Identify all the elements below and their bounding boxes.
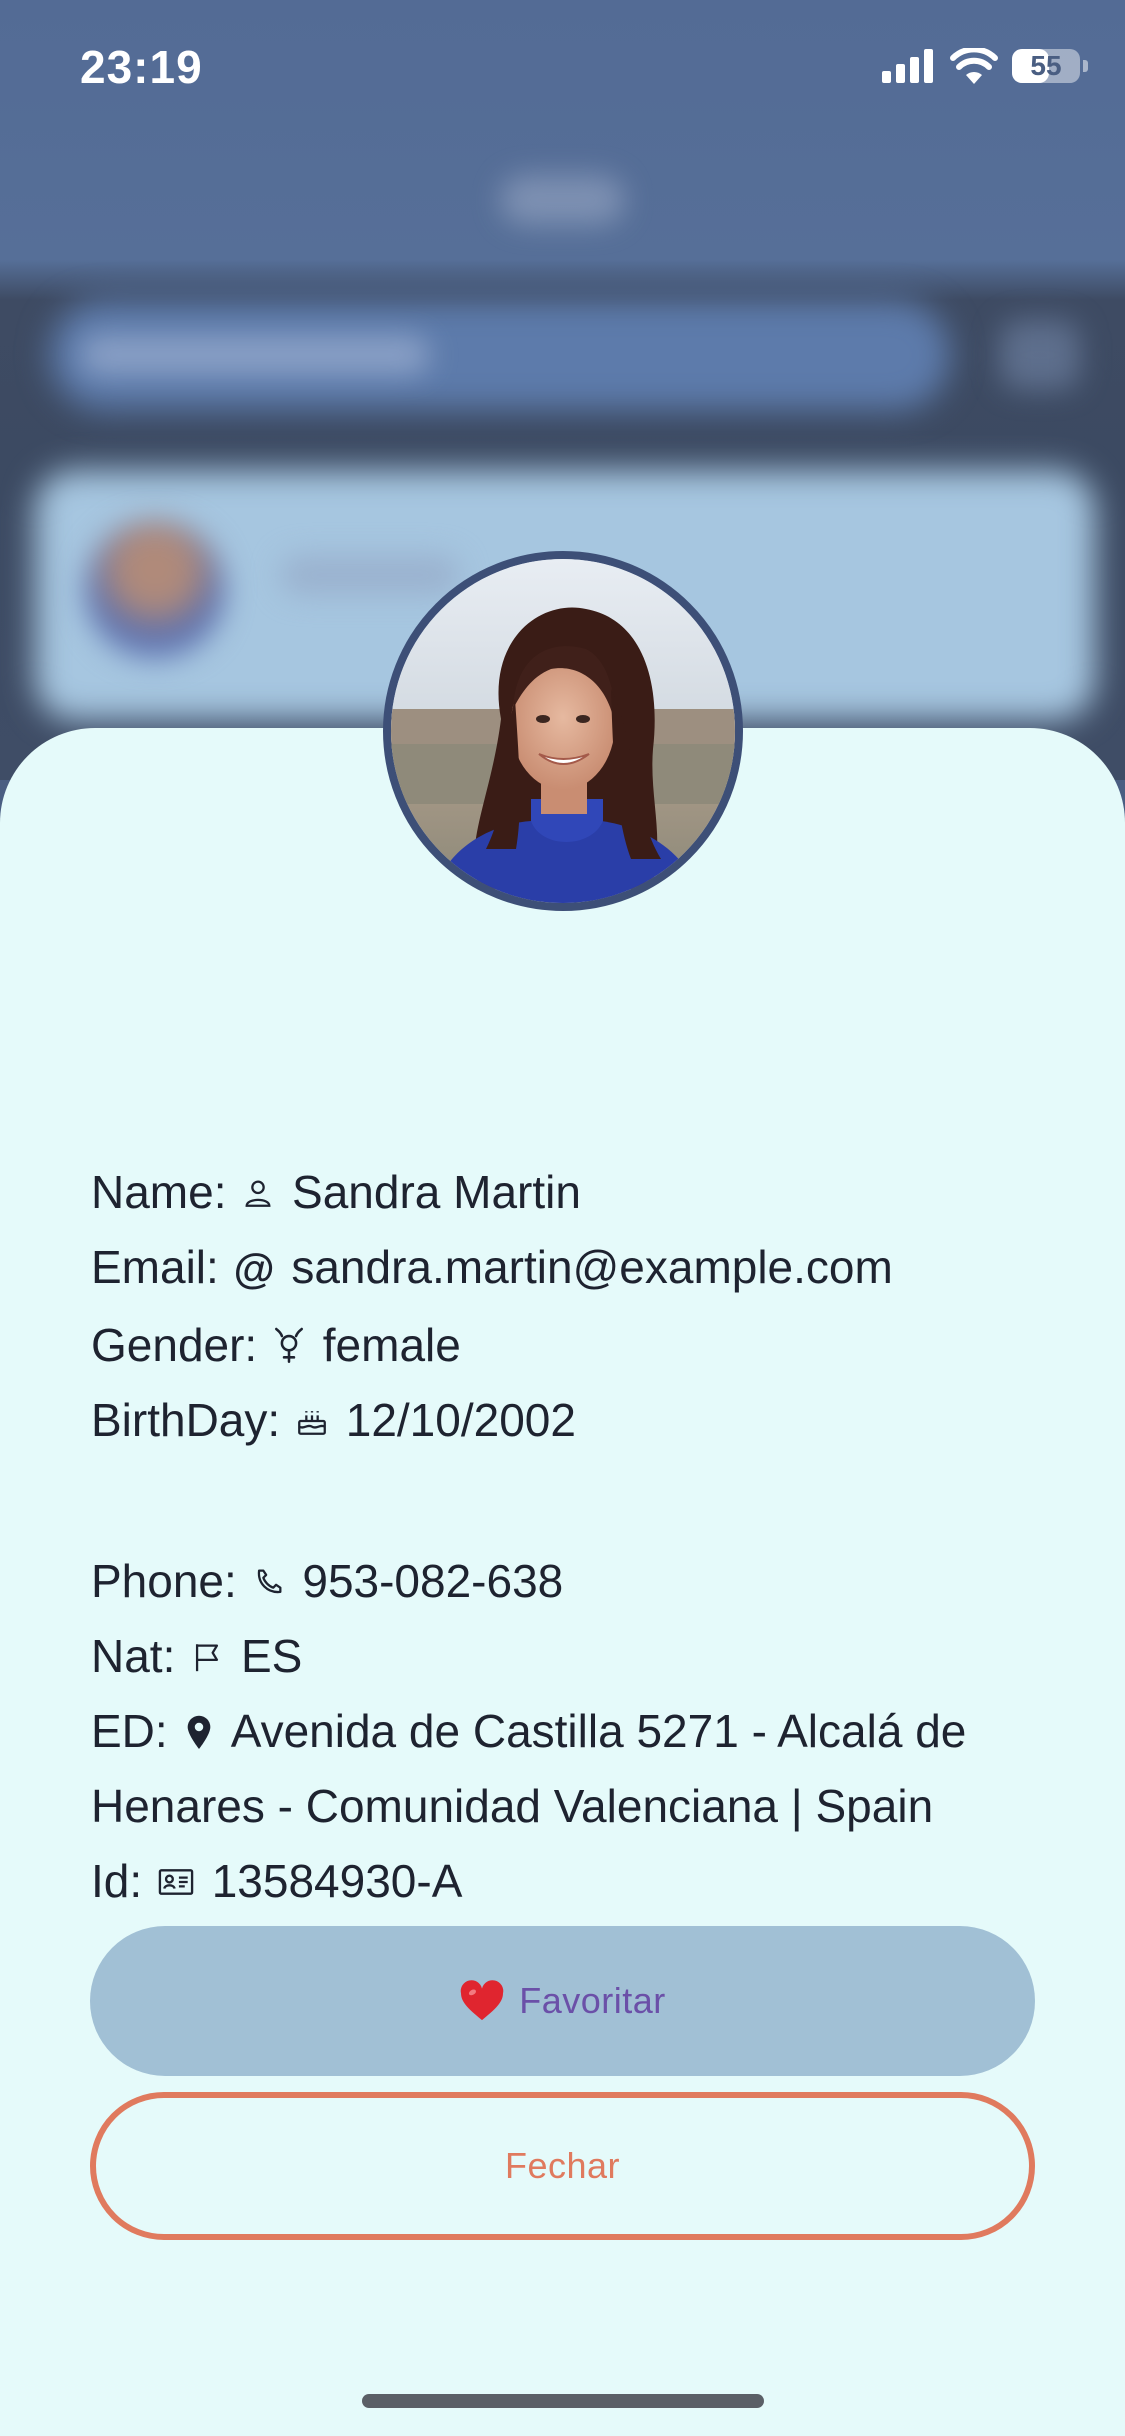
info-row-name: Name: Sandra Martin bbox=[91, 1155, 1051, 1230]
background-card-avatar-blurred bbox=[85, 520, 225, 660]
heart-icon bbox=[460, 1980, 504, 2021]
status-time: 23:19 bbox=[80, 41, 203, 93]
id-label: Id: bbox=[91, 1855, 143, 1908]
nat-label: Nat: bbox=[91, 1630, 176, 1683]
nat-value: ES bbox=[240, 1630, 303, 1683]
cellular-signal-icon bbox=[882, 49, 933, 83]
email-label: Email: bbox=[91, 1241, 219, 1293]
info-row-birthday: BirthDay: 12/10/2002 bbox=[91, 1383, 1051, 1458]
name-value: Sandra Martin bbox=[292, 1166, 581, 1218]
user-info: Name: Sandra Martin Email: @ sandra.mart… bbox=[91, 1155, 1051, 1919]
info-row-nat: Nat: ES bbox=[91, 1619, 1051, 1694]
wifi-icon bbox=[950, 48, 998, 84]
phone-label: Phone: bbox=[91, 1555, 237, 1608]
status-bar: 23:19 55 bbox=[0, 0, 1125, 140]
close-button-label: Fechar bbox=[504, 2145, 621, 2186]
info-row-gender: Gender: female bbox=[91, 1308, 1051, 1383]
info-row-address: ED: Avenida de Castilla 5271 - Alcalá de… bbox=[91, 1694, 1051, 1844]
screen: 23:19 55 Name: Sandra Martin Email: @ sa… bbox=[0, 0, 1125, 2436]
phone-value: 953-082-638 bbox=[302, 1555, 564, 1608]
at-icon: @ bbox=[233, 1245, 275, 1293]
favorite-button[interactable]: Favoritar bbox=[90, 1926, 1035, 2076]
background-title-blurred bbox=[500, 175, 625, 225]
background-card-text-blurred bbox=[280, 555, 460, 595]
address-value: Avenida de Castilla 5271 - Alcalá de Hen… bbox=[91, 1705, 967, 1833]
location-pin-icon bbox=[188, 1715, 211, 1750]
info-row-id: Id: 13584930-A bbox=[91, 1844, 1051, 1919]
info-row-phone: Phone: 953-082-638 bbox=[91, 1544, 1051, 1619]
avatar bbox=[383, 551, 743, 911]
info-row-email: Email: @ sandra.martin@example.com bbox=[91, 1230, 1051, 1308]
status-icons: 55 bbox=[882, 48, 1088, 84]
id-card-icon bbox=[158, 1869, 194, 1896]
person-icon bbox=[245, 1180, 271, 1207]
home-indicator[interactable] bbox=[362, 2394, 764, 2408]
close-button[interactable]: Fechar bbox=[90, 2092, 1035, 2240]
gender-value: female bbox=[322, 1319, 461, 1372]
background-search-text-blurred bbox=[80, 335, 430, 375]
battery-cap bbox=[1083, 60, 1088, 72]
avatar-photo bbox=[391, 559, 735, 903]
address-label: ED: bbox=[91, 1705, 168, 1758]
phone-icon bbox=[257, 1569, 282, 1594]
birthday-value: 12/10/2002 bbox=[345, 1394, 576, 1447]
birthday-label: BirthDay: bbox=[91, 1394, 281, 1447]
cake-icon bbox=[298, 1411, 326, 1436]
battery-icon: 55 bbox=[1012, 49, 1088, 83]
favorite-button-label: Favoritar bbox=[519, 1980, 666, 2021]
name-label: Name: bbox=[91, 1166, 227, 1218]
id-value: 13584930-A bbox=[211, 1855, 463, 1908]
background-search-button-blurred bbox=[1000, 320, 1080, 390]
email-value: sandra.martin@example.com bbox=[291, 1241, 893, 1293]
flag-icon bbox=[196, 1644, 219, 1672]
battery-level: 55 bbox=[1030, 50, 1062, 81]
gender-label: Gender: bbox=[91, 1319, 258, 1372]
gender-icon bbox=[274, 1327, 304, 1364]
